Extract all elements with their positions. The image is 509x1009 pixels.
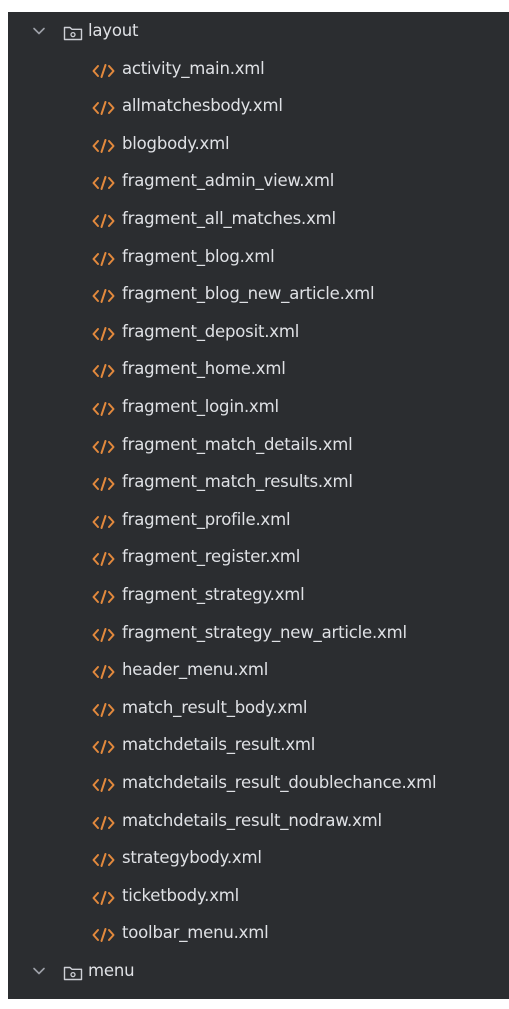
- tree-file-item[interactable]: match_result_body.xml: [8, 691, 509, 728]
- tree-item-label: strategybody.xml: [122, 848, 262, 868]
- tree-file-item[interactable]: fragment_strategy.xml: [8, 578, 509, 615]
- tree-file-item[interactable]: header_menu.xml: [8, 653, 509, 690]
- xml-file-icon: [92, 853, 115, 868]
- xml-file-icon: [92, 214, 115, 228]
- tree-item-label: fragment_deposit.xml: [122, 321, 300, 341]
- tree-item-label: activity_main.xml: [122, 58, 265, 78]
- xml-file-icon: [92, 778, 115, 792]
- xml-file-icon: [92, 590, 115, 604]
- tree-folder-menu[interactable]: menu: [8, 954, 509, 991]
- xml-file-icon: [92, 326, 115, 341]
- tree-file-item[interactable]: fragment_match_details.xml: [8, 428, 509, 465]
- xml-file-icon: [92, 665, 115, 680]
- xml-file-icon: [92, 890, 115, 905]
- tree-item-label: layout: [88, 21, 139, 40]
- tree-file-item[interactable]: fragment_match_results.xml: [8, 465, 509, 502]
- tree-file-item[interactable]: fragment_admin_view.xml: [8, 164, 509, 201]
- folder-icon: [63, 26, 83, 41]
- tree-item-label: blogbody.xml: [122, 133, 230, 153]
- tree-file-item[interactable]: toolbar_menu.xml: [8, 916, 509, 953]
- tree-item-label: menu: [88, 961, 135, 980]
- tree-item-label: matchdetails_result_doublechance.xml: [122, 773, 437, 792]
- xml-file-icon: [92, 514, 115, 529]
- tree-file-item[interactable]: strategybody.xml: [8, 841, 509, 878]
- tree-item-label: matchdetails_result_nodraw.xml: [122, 810, 382, 830]
- tree-file-item[interactable]: fragment_deposit.xml: [8, 315, 509, 352]
- xml-file-icon: [92, 815, 115, 830]
- xml-file-icon: [92, 552, 115, 567]
- xml-file-icon: [92, 251, 115, 266]
- tree-item-label: fragment_match_details.xml: [122, 434, 353, 454]
- project-tree-panel: layout activity_main.xml allmatchesbody.xm…: [8, 12, 509, 1009]
- tree-file-item[interactable]: fragment_home.xml: [8, 352, 509, 389]
- tree-file-item[interactable]: fragment_blog.xml: [8, 240, 509, 277]
- xml-file-icon: [92, 627, 115, 642]
- xml-file-icon: [92, 477, 115, 492]
- tree-item-label: fragment_match_results.xml: [122, 472, 353, 492]
- tree-file-item[interactable]: blogbody.xml: [8, 127, 509, 164]
- tree-item-label: fragment_blog.xml: [122, 246, 275, 266]
- tree-item-label: fragment_register.xml: [122, 547, 301, 567]
- tree-item-label: toolbar_menu.xml: [122, 923, 269, 943]
- tree-item-label: allmatchesbody.xml: [122, 96, 283, 116]
- xml-file-icon: [92, 176, 115, 191]
- tree-file-item[interactable]: matchdetails_result_nodraw.xml: [8, 804, 509, 841]
- tree-file-item[interactable]: fragment_strategy_new_article.xml: [8, 616, 509, 653]
- xml-file-icon: [92, 439, 115, 454]
- xml-file-icon: [92, 740, 115, 755]
- xml-file-icon: [92, 101, 115, 116]
- tree-file-item[interactable]: allmatchesbody.xml: [8, 89, 509, 126]
- tree-file-item[interactable]: fragment_login.xml: [8, 390, 509, 427]
- tree-item-label: fragment_profile.xml: [122, 509, 291, 529]
- chevron-down-icon[interactable]: [32, 966, 46, 976]
- tree-item-label: ticketbody.xml: [122, 885, 240, 905]
- xml-file-icon: [92, 138, 115, 153]
- tree-item-label: fragment_all_matches.xml: [122, 209, 336, 228]
- xml-file-icon: [92, 928, 115, 943]
- xml-file-icon: [92, 402, 115, 416]
- xml-file-icon: [92, 63, 115, 78]
- xml-file-icon: [92, 364, 115, 379]
- tree-file-item[interactable]: fragment_profile.xml: [8, 503, 509, 540]
- xml-file-icon: [92, 289, 115, 304]
- tree-file-item[interactable]: fragment_all_matches.xml: [8, 202, 509, 239]
- tree-file-item[interactable]: matchdetails_result_doublechance.xml: [8, 766, 509, 803]
- tree-file-item[interactable]: activity_main.xml: [8, 52, 509, 89]
- tree-file-item[interactable]: fragment_blog_new_article.xml: [8, 277, 509, 314]
- tree-item-label: fragment_admin_view.xml: [122, 171, 335, 191]
- tree-file-item[interactable]: fragment_register.xml: [8, 540, 509, 577]
- tree-folder-layout[interactable]: layout: [8, 14, 509, 51]
- tree-file-item[interactable]: matchdetails_result.xml: [8, 728, 509, 765]
- bottom-edge: [0, 999, 509, 1009]
- folder-icon: [63, 966, 83, 981]
- tree-item-label: match_result_body.xml: [122, 697, 308, 717]
- tree-file-item[interactable]: ticketbody.xml: [8, 879, 509, 916]
- tree-item-label: fragment_home.xml: [122, 359, 286, 379]
- tree-item-label: fragment_strategy.xml: [122, 585, 305, 604]
- tree-item-label: matchdetails_result.xml: [122, 735, 316, 755]
- tree-item-label: fragment_blog_new_article.xml: [122, 284, 375, 304]
- tree-item-label: fragment_strategy_new_article.xml: [122, 622, 407, 642]
- tree-item-label: fragment_login.xml: [122, 397, 279, 416]
- chevron-down-icon[interactable]: [32, 26, 46, 36]
- xml-file-icon: [92, 702, 115, 717]
- tree-item-label: header_menu.xml: [122, 660, 269, 680]
